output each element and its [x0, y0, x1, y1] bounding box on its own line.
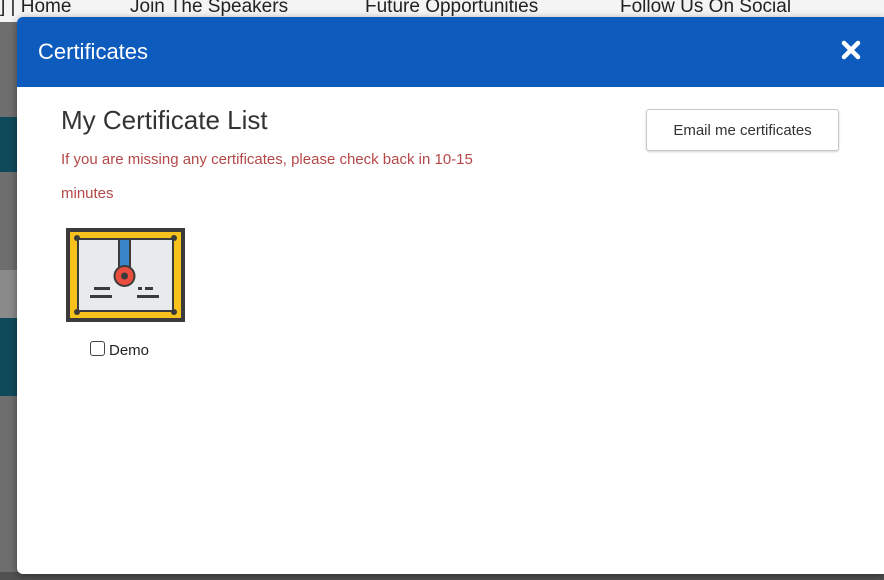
background-nav-home: ] | Home: [0, 0, 72, 17]
certificate-item-demo[interactable]: Demo: [90, 340, 150, 359]
certificate-name: Demo: [109, 342, 150, 359]
background-nav-social: Follow Us On Social: [620, 0, 792, 17]
modal-header: Certificates: [17, 17, 884, 87]
close-button[interactable]: [836, 35, 866, 65]
background-panel: [0, 270, 18, 318]
certificate-thumbnail[interactable]: [66, 228, 185, 322]
certificate-list-heading: My Certificate List: [61, 105, 268, 135]
background-nav-opportunities: Future Opportunities: [365, 0, 539, 17]
certificate-icon: [66, 228, 185, 322]
background-banner: [0, 117, 18, 172]
certificate-checkbox[interactable]: [90, 341, 105, 356]
close-icon: [841, 40, 861, 60]
background-nav-join: Join The Speakers: [130, 0, 289, 17]
background-section: [0, 318, 18, 396]
email-certificates-button[interactable]: Email me certificates: [646, 109, 839, 151]
missing-certificates-notice: If you are missing any certificates, ple…: [61, 151, 473, 202]
certificates-modal: Certificates My Certificate List If you …: [17, 17, 884, 574]
modal-title: Certificates: [38, 39, 149, 64]
